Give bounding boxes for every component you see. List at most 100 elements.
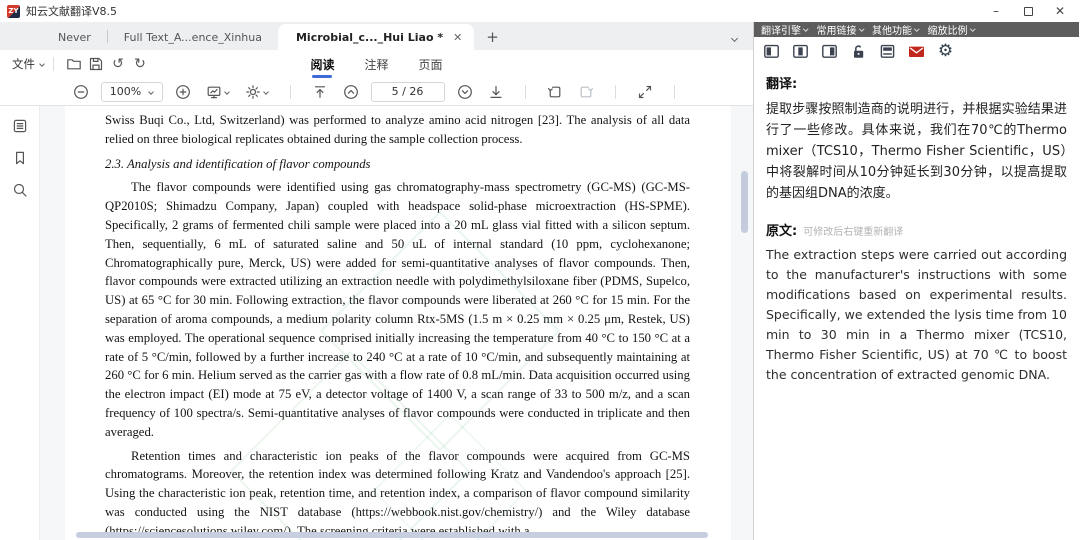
save-button[interactable] <box>85 53 107 75</box>
app-title: 知云文献翻译V8.5 <box>26 3 117 19</box>
zoom-level-select[interactable]: 100% <box>101 82 163 102</box>
tab-list-chevron-down-icon[interactable] <box>731 35 738 42</box>
arrow-up-to-line-icon <box>312 84 328 100</box>
file-menu-button[interactable]: 文件 <box>12 56 44 72</box>
panel-center-icon <box>792 43 809 60</box>
expand-icon <box>637 84 653 100</box>
menu-chevron-icon <box>859 26 864 31</box>
toolbar-divider <box>53 57 54 71</box>
toolbar-divider <box>525 85 526 99</box>
menu-chevron-icon <box>914 26 919 31</box>
redo-button[interactable]: ↻ <box>129 53 151 75</box>
window-controls: – ✕ <box>980 0 1076 22</box>
mail-button[interactable] <box>907 42 926 61</box>
original-text[interactable]: The extraction steps were carried out ac… <box>766 245 1067 385</box>
save-icon <box>88 56 104 72</box>
zoom-in-button[interactable] <box>172 81 194 103</box>
menu-other-functions[interactable]: 其他功能 <box>872 22 919 37</box>
layout-center-button[interactable] <box>791 42 810 61</box>
translation-text[interactable]: 提取步骤按照制造商的说明进行，并根据实验结果进行了一些修改。具体来说，我们在70… <box>766 99 1067 204</box>
menu-common-links[interactable]: 常用链接 <box>817 22 864 37</box>
menu-label: 常用链接 <box>817 22 857 37</box>
view-tab-page[interactable]: 页面 <box>417 51 445 78</box>
layout-right-button[interactable] <box>820 42 839 61</box>
file-menu-chevron-icon <box>39 61 45 67</box>
file-menu-label: 文件 <box>12 56 35 72</box>
reader-pane: Never Full Text_A...ence_Xinhua Microbia… <box>0 22 754 540</box>
menu-translation-engine[interactable]: 翻译引擎 <box>761 22 808 37</box>
view-tab-annotate[interactable]: 注释 <box>362 51 390 78</box>
thumbnails-panel-icon[interactable] <box>12 118 28 134</box>
translation-label: 翻译: <box>766 73 1067 92</box>
display-mode-chevron-icon <box>224 89 230 95</box>
toolbar-divider <box>615 85 616 99</box>
panel-icon-row: ⚙ <box>754 37 1079 64</box>
previous-page-button[interactable] <box>340 81 362 103</box>
minimize-button[interactable]: – <box>980 0 1012 22</box>
translation-menu-bar: 翻译引擎 常用链接 其他功能 缩放比例 <box>754 22 1079 37</box>
tab-fulltext[interactable]: Full Text_A...ence_Xinhua <box>108 24 278 50</box>
circle-chevron-up-icon <box>343 84 359 100</box>
lock-button[interactable] <box>849 42 868 61</box>
next-page-button[interactable] <box>454 81 476 103</box>
new-tab-button[interactable]: + <box>486 28 499 46</box>
settings-button[interactable]: ⚙ <box>936 42 955 61</box>
panel-left-icon <box>763 43 780 60</box>
menu-label: 缩放比例 <box>928 22 968 37</box>
maximize-icon <box>1024 7 1033 16</box>
translation-panel: 翻译引擎 常用链接 其他功能 缩放比例 <box>754 22 1079 540</box>
title-bar: ZY 知云文献翻译V8.5 – ✕ <box>0 0 1080 22</box>
file-toolbar: 文件 ↺ ↻ <box>0 50 753 78</box>
gear-icon: ⚙ <box>938 43 953 60</box>
view-tab-read[interactable]: 阅读 <box>308 51 336 78</box>
open-file-button[interactable] <box>63 53 85 75</box>
split-horizontal-icon <box>879 43 896 60</box>
bookmark-icon[interactable] <box>12 150 28 166</box>
vertical-scrollbar-thumb[interactable] <box>741 171 748 233</box>
zoom-out-button[interactable] <box>70 81 92 103</box>
maximize-button[interactable] <box>1012 0 1044 22</box>
translation-content: 翻译: 提取步骤按照制造商的说明进行，并根据实验结果进行了一些修改。具体来说，我… <box>754 64 1079 385</box>
fullscreen-button[interactable] <box>634 81 656 103</box>
panel-right-icon <box>821 43 838 60</box>
download-button[interactable] <box>485 81 507 103</box>
tab-label: Microbial_c..._Hui Liao * <box>296 31 443 44</box>
zoom-out-icon <box>73 84 89 100</box>
tab-microbial-active[interactable]: Microbial_c..._Hui Liao * ✕ <box>278 24 474 50</box>
menu-chevron-icon <box>970 26 975 31</box>
lock-open-icon <box>850 43 867 60</box>
display-mode-button[interactable] <box>203 81 233 103</box>
toolbar-divider <box>290 85 291 99</box>
mail-icon <box>907 43 926 60</box>
undo-button[interactable]: ↺ <box>107 53 129 75</box>
go-to-top-button[interactable] <box>309 81 331 103</box>
layout-left-button[interactable] <box>762 42 781 61</box>
menu-zoom-ratio[interactable]: 缩放比例 <box>928 22 975 37</box>
document-area: Swiss Buqi Co., Ltd, Switzerland) was pe… <box>0 106 753 540</box>
section-heading: 2.3. Analysis and identification of flav… <box>105 155 690 174</box>
menu-label: 其他功能 <box>872 22 912 37</box>
rotate-left-icon <box>547 84 563 100</box>
circle-chevron-down-icon <box>457 84 473 100</box>
paragraph-intro: Swiss Buqi Co., Ltd, Switzerland) was pe… <box>105 111 690 149</box>
search-icon[interactable] <box>12 182 28 198</box>
pdf-page[interactable]: Swiss Buqi Co., Ltd, Switzerland) was pe… <box>65 106 731 540</box>
redo-icon: ↻ <box>134 57 146 71</box>
tab-close-icon[interactable]: ✕ <box>453 31 462 44</box>
horizontal-scrollbar-thumb[interactable] <box>76 532 708 538</box>
split-view-button[interactable] <box>878 42 897 61</box>
rotate-left-button[interactable] <box>544 81 566 103</box>
page-number-input[interactable]: 5 / 26 <box>371 82 445 102</box>
brightness-button[interactable] <box>242 81 272 103</box>
tab-never[interactable]: Never <box>42 24 107 50</box>
rotate-right-icon <box>578 84 594 100</box>
brightness-chevron-icon <box>263 89 269 95</box>
download-icon <box>488 84 504 100</box>
menu-label: 翻译引擎 <box>761 22 801 37</box>
close-button[interactable]: ✕ <box>1044 0 1076 22</box>
zoom-level-value: 100% <box>110 85 141 98</box>
original-hint: 可修改后右键重新翻译 <box>803 223 903 238</box>
rotate-right-button[interactable] <box>575 81 597 103</box>
undo-icon: ↺ <box>112 57 124 71</box>
pdf-viewport[interactable]: Swiss Buqi Co., Ltd, Switzerland) was pe… <box>40 106 753 540</box>
